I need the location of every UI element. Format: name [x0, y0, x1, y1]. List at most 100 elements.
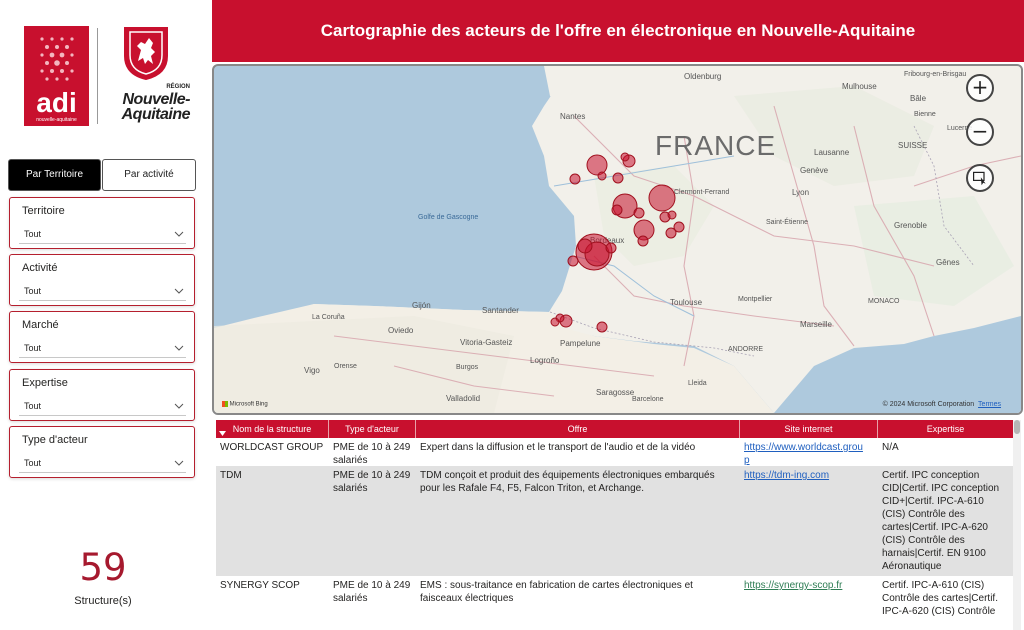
table-scrollbar-thumb[interactable]	[1014, 420, 1020, 434]
adi-logo-subtitle: nouvelle-aquitaine	[36, 117, 77, 123]
chevron-down-icon	[174, 345, 184, 351]
zoom-out-button[interactable]: −	[966, 118, 994, 146]
microsoft-logo-icon	[222, 401, 228, 408]
map-marker[interactable]	[620, 152, 630, 162]
cell-expertise-line: CID+|Certif. IPC-A-610	[882, 496, 984, 507]
filter-activite-value: Tout	[24, 286, 42, 296]
zoom-in-button[interactable]: +	[966, 74, 994, 102]
table-row[interactable]: TDM PME de 10 à 249 salariés TDM conçoit …	[216, 466, 1013, 576]
map-marker[interactable]	[605, 242, 617, 254]
cell-expertise-line: CID|Certif. IPC conception	[882, 483, 1000, 494]
map-marker[interactable]	[596, 321, 608, 333]
cell-name: TDM	[220, 470, 242, 481]
tab-par-activite[interactable]: Par activité	[102, 159, 196, 191]
cell-expertise-line: Contrôle des cartes|Certif.	[882, 593, 998, 604]
filter-territoire-dropdown[interactable]: Tout	[19, 224, 186, 244]
lion-shield-icon	[124, 27, 168, 80]
column-header-site[interactable]: Site internet	[740, 420, 878, 438]
cell-expertise-line: (CIS) Contrôle des	[882, 535, 965, 546]
map-marker[interactable]	[648, 184, 676, 212]
filter-expertise: Expertise Tout	[9, 369, 195, 421]
chevron-down-icon	[174, 460, 184, 466]
column-header-name[interactable]: Nom de la structure	[216, 420, 329, 438]
cell-type-line: PME de 10 à 249	[333, 442, 411, 453]
site-link-line: p	[744, 455, 750, 466]
cell-type-line: PME de 10 à 249	[333, 470, 411, 481]
selection-icon	[973, 171, 986, 186]
site-link[interactable]: https://synergy-scop.fr	[744, 580, 842, 591]
filter-activite: Activité Tout	[9, 254, 195, 306]
cell-name: WORLDCAST GROUP	[220, 442, 324, 453]
cell-type: PME de 10 à 249 salariés	[329, 441, 416, 467]
region-name-line-2: Aquitaine	[121, 106, 191, 123]
terms-link[interactable]: Termes	[978, 401, 1001, 408]
map-marker[interactable]	[667, 210, 677, 220]
column-header-offer[interactable]: Offre	[416, 420, 740, 438]
filter-activite-dropdown[interactable]: Tout	[19, 281, 186, 301]
column-header-expertise[interactable]: Expertise	[878, 420, 1013, 438]
site-link[interactable]: https://www.worldcast.grou p	[744, 442, 863, 466]
map-marker[interactable]	[611, 204, 623, 216]
cell-offer-line: faisceaux électriques	[420, 593, 514, 604]
cell-expertise-line: Certif. IPC conception	[882, 470, 980, 481]
sort-descending-icon	[219, 431, 226, 436]
adi-logo: adi nouvelle-aquitaine	[24, 26, 89, 126]
map-view[interactable]: Oldenburg Mulhouse Fribourg-en-Brisgau B…	[212, 64, 1023, 415]
plus-icon: +	[971, 75, 989, 99]
column-header-type[interactable]: Type d'acteur	[329, 420, 416, 438]
cell-expertise: Certif. IPC-A-610 (CIS) Contrôle des car…	[878, 579, 1013, 618]
region-name: Nouvelle- Aquitaine	[106, 92, 191, 123]
table-row[interactable]: WORLDCAST GROUP PME de 10 à 249 salariés …	[216, 438, 1013, 466]
map-marker[interactable]	[597, 171, 607, 181]
bing-logo: Microsoft Bing	[222, 401, 268, 408]
map-marker[interactable]	[633, 207, 645, 219]
site-link[interactable]: https://tdm-ing.com	[744, 470, 829, 481]
map-marker[interactable]	[567, 255, 579, 267]
cell-offer: Expert dans la diffusion et le transport…	[416, 441, 740, 454]
cell-expertise: Certif. IPC conception CID|Certif. IPC c…	[878, 469, 1013, 573]
cell-type-line: salariés	[333, 483, 368, 494]
cell-offer: TDM conçoit et produit des équipements é…	[416, 469, 740, 495]
tab-par-territoire[interactable]: Par Territoire	[8, 159, 101, 191]
map-attribution: © 2024 Microsoft Corporation Termes	[883, 401, 1001, 408]
cell-type-line: salariés	[333, 593, 368, 604]
filter-marche-value: Tout	[24, 343, 42, 353]
cell-offer-line: pour les Rafale F4, F5, Falcon Triton, e…	[420, 483, 645, 494]
filter-marche-dropdown[interactable]: Tout	[19, 338, 186, 358]
kpi-structure-label: Structure(s)	[74, 595, 132, 607]
filter-territoire-value: Tout	[24, 229, 42, 239]
filter-expertise-dropdown[interactable]: Tout	[19, 396, 186, 416]
filter-type-acteur-dropdown[interactable]: Tout	[19, 453, 186, 473]
cell-offer-line: EMS : sous-traitance en fabrication de c…	[420, 580, 693, 591]
cell-expertise-line: Certif. IPC-A-610 (CIS)	[882, 580, 985, 591]
cell-type-line: salariés	[333, 455, 368, 466]
region-label: RÉGION	[166, 84, 190, 90]
cell-name: SYNERGY SCOP	[220, 580, 300, 591]
cell-expertise-line: N/A	[882, 442, 899, 453]
map-marker[interactable]	[673, 221, 685, 233]
map-marker[interactable]	[612, 172, 624, 184]
column-header-name-label: Nom de la structure	[232, 424, 312, 434]
filter-marche-label: Marché	[22, 319, 59, 331]
cell-site: https://synergy-scop.fr	[740, 579, 878, 592]
cell-site: https://www.worldcast.grou p	[740, 441, 878, 467]
cell-expertise-line: (CIS) Contrôle des	[882, 509, 965, 520]
table-scrollbar[interactable]	[1013, 420, 1021, 630]
chevron-down-icon	[174, 403, 184, 409]
adi-pattern-icon	[40, 37, 74, 81]
cell-expertise-line: IPC-A-620 (CIS) Contrôle	[882, 606, 996, 617]
cell-type-line: PME de 10 à 249	[333, 580, 411, 591]
kpi-structure-count: 59	[79, 546, 127, 589]
map-marker[interactable]	[550, 317, 560, 327]
map-marker[interactable]	[637, 235, 649, 247]
cell-expertise-line: Aéronautique	[882, 561, 942, 572]
map-marker[interactable]	[569, 173, 581, 185]
filter-expertise-label: Expertise	[22, 377, 68, 389]
table-row[interactable]: SYNERGY SCOP PME de 10 à 249 salariés EMS…	[216, 576, 1013, 630]
left-panel: adi nouvelle-aquitaine RÉGION Nouvelle- A…	[0, 0, 206, 630]
map-marker[interactable]	[577, 238, 593, 254]
selection-tool-button[interactable]	[966, 164, 994, 192]
structures-table: Nom de la structure Type d'acteur Offre …	[216, 420, 1013, 630]
site-link-line: https://www.worldcast.grou	[744, 442, 863, 453]
table-header: Nom de la structure Type d'acteur Offre …	[216, 420, 1013, 438]
